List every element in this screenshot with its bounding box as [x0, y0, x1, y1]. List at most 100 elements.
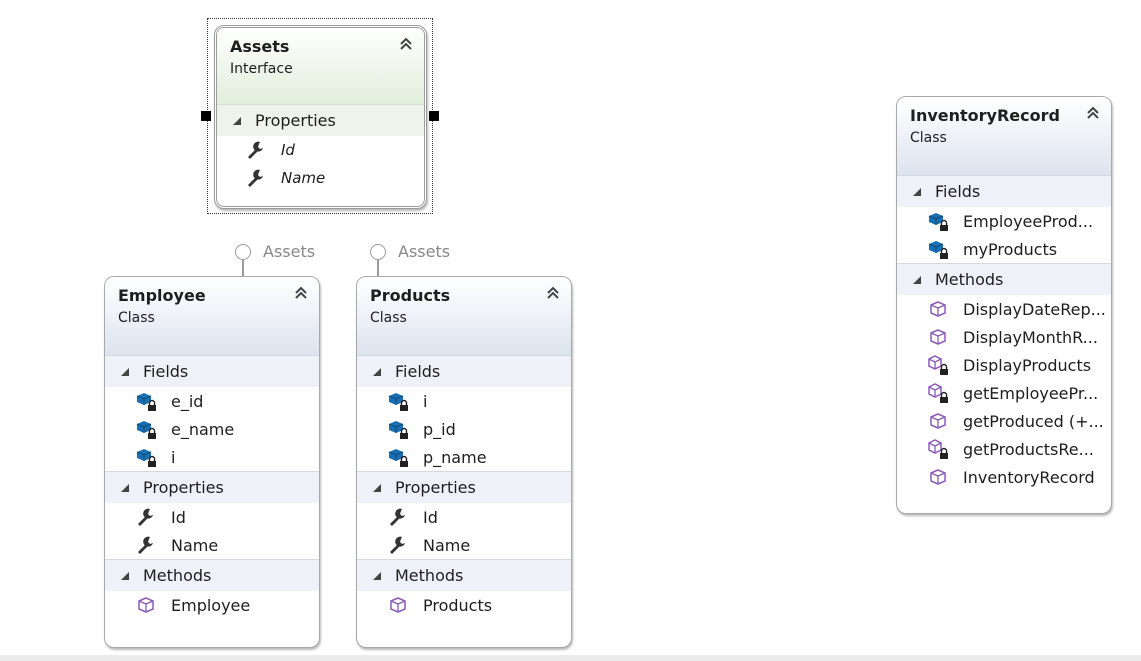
section-label: Fields: [143, 362, 189, 381]
list-item[interactable]: i: [105, 443, 319, 471]
member-label: i: [171, 447, 176, 467]
section-methods[interactable]: Methods: [357, 559, 571, 591]
member-label: DisplayDateRep...: [963, 299, 1106, 319]
triangle-expanded-icon[interactable]: [121, 483, 129, 492]
employee-class-shape[interactable]: Employee Class Fields e_id e_name i Prop…: [104, 276, 320, 648]
list-item[interactable]: DisplayMonthR...: [897, 323, 1111, 351]
wrench-icon: [248, 141, 263, 159]
wrench-icon: [138, 536, 153, 554]
private-field-icon: [136, 448, 157, 468]
list-item[interactable]: e_name: [105, 415, 319, 443]
wrench-icon: [390, 508, 405, 526]
section-methods[interactable]: Methods: [897, 263, 1111, 295]
resize-handle-right[interactable]: [429, 111, 439, 121]
double-chevron-up-icon[interactable]: [398, 35, 414, 51]
triangle-expanded-icon[interactable]: [913, 187, 921, 196]
products-class-shape[interactable]: Products Class Fields i p_id p_name Prop…: [356, 276, 572, 648]
shape-name: Assets: [230, 37, 290, 56]
member-label: p_name: [423, 447, 487, 467]
canvas-bottom-edge: [0, 655, 1141, 661]
list-item[interactable]: Id: [217, 136, 424, 164]
lollipop-label: Assets: [398, 242, 451, 261]
member-label: EmployeeProd...: [963, 211, 1094, 231]
double-chevron-up-icon[interactable]: [293, 284, 309, 300]
shape-header: InventoryRecord Class: [897, 97, 1111, 175]
member-label: Employee: [171, 595, 251, 615]
method-icon: [930, 413, 946, 429]
list-item[interactable]: getEmployeePr...: [897, 379, 1111, 407]
wrench-icon: [248, 169, 263, 187]
list-item[interactable]: InventoryRecord: [897, 463, 1111, 491]
member-label: e_name: [171, 419, 235, 439]
section-properties[interactable]: Properties: [105, 471, 319, 503]
list-item[interactable]: Name: [217, 164, 424, 192]
list-item[interactable]: p_name: [357, 443, 571, 471]
triangle-expanded-icon[interactable]: [373, 483, 381, 492]
triangle-expanded-icon[interactable]: [233, 116, 241, 125]
triangle-expanded-icon[interactable]: [121, 571, 129, 580]
inventoryrecord-class-shape[interactable]: InventoryRecord Class Fields EmployeePro…: [896, 96, 1112, 514]
member-label: Id: [423, 507, 438, 527]
private-method-icon: [928, 383, 949, 404]
method-icon: [138, 597, 154, 613]
member-label: Id: [281, 141, 295, 159]
list-item[interactable]: Name: [357, 531, 571, 559]
member-label: Name: [281, 169, 326, 187]
list-item[interactable]: Name: [105, 531, 319, 559]
interface-lollipop[interactable]: Assets: [235, 242, 315, 261]
member-label: Name: [423, 535, 471, 555]
section-methods[interactable]: Methods: [105, 559, 319, 591]
list-item[interactable]: Employee: [105, 591, 319, 619]
section-label: Properties: [143, 478, 224, 497]
method-icon: [930, 329, 946, 345]
resize-handle-left[interactable]: [201, 111, 211, 121]
section-label: Properties: [255, 111, 336, 130]
section-fields[interactable]: Fields: [357, 355, 571, 387]
list-item[interactable]: i: [357, 387, 571, 415]
member-label: p_id: [423, 419, 456, 439]
list-item[interactable]: Id: [357, 503, 571, 531]
interface-lollipop[interactable]: Assets: [370, 242, 450, 261]
shape-header: Employee Class: [105, 277, 319, 355]
list-item[interactable]: p_id: [357, 415, 571, 443]
lollipop-circle: [235, 243, 251, 260]
list-item[interactable]: myProducts: [897, 235, 1111, 263]
private-method-icon: [928, 355, 949, 376]
list-item[interactable]: getProductsRe...: [897, 435, 1111, 463]
method-icon: [930, 301, 946, 317]
member-label: Id: [171, 507, 186, 527]
double-chevron-up-icon[interactable]: [545, 284, 561, 300]
section-fields[interactable]: Fields: [897, 175, 1111, 207]
triangle-expanded-icon[interactable]: [913, 275, 921, 284]
triangle-expanded-icon[interactable]: [373, 367, 381, 376]
list-item[interactable]: EmployeeProd...: [897, 207, 1111, 235]
private-field-icon: [136, 420, 157, 440]
lollipop-label: Assets: [263, 242, 316, 261]
section-properties[interactable]: Properties: [217, 104, 424, 136]
list-item[interactable]: DisplayDateRep...: [897, 295, 1111, 323]
private-field-icon: [928, 240, 949, 260]
shape-name: Products: [370, 286, 451, 305]
assets-interface-shape[interactable]: Assets Interface Properties Id Name: [214, 25, 427, 209]
member-label: InventoryRecord: [963, 467, 1095, 487]
list-item[interactable]: getProduced (+...: [897, 407, 1111, 435]
section-fields[interactable]: Fields: [105, 355, 319, 387]
method-icon: [390, 597, 406, 613]
triangle-expanded-icon[interactable]: [121, 367, 129, 376]
shape-kind: Class: [370, 310, 407, 326]
list-item[interactable]: e_id: [105, 387, 319, 415]
triangle-expanded-icon[interactable]: [373, 571, 381, 580]
section-properties[interactable]: Properties: [357, 471, 571, 503]
private-method-icon: [928, 439, 949, 460]
list-item[interactable]: Products: [357, 591, 571, 619]
list-item[interactable]: DisplayProducts: [897, 351, 1111, 379]
member-label: Products: [423, 595, 493, 615]
double-chevron-up-icon[interactable]: [1085, 104, 1101, 120]
private-field-icon: [388, 448, 409, 468]
list-item[interactable]: Id: [105, 503, 319, 531]
section-label: Fields: [395, 362, 441, 381]
shape-header: Products Class: [357, 277, 571, 355]
shape-kind: Class: [118, 310, 155, 326]
shape-kind: Interface: [230, 61, 293, 77]
wrench-icon: [138, 508, 153, 526]
